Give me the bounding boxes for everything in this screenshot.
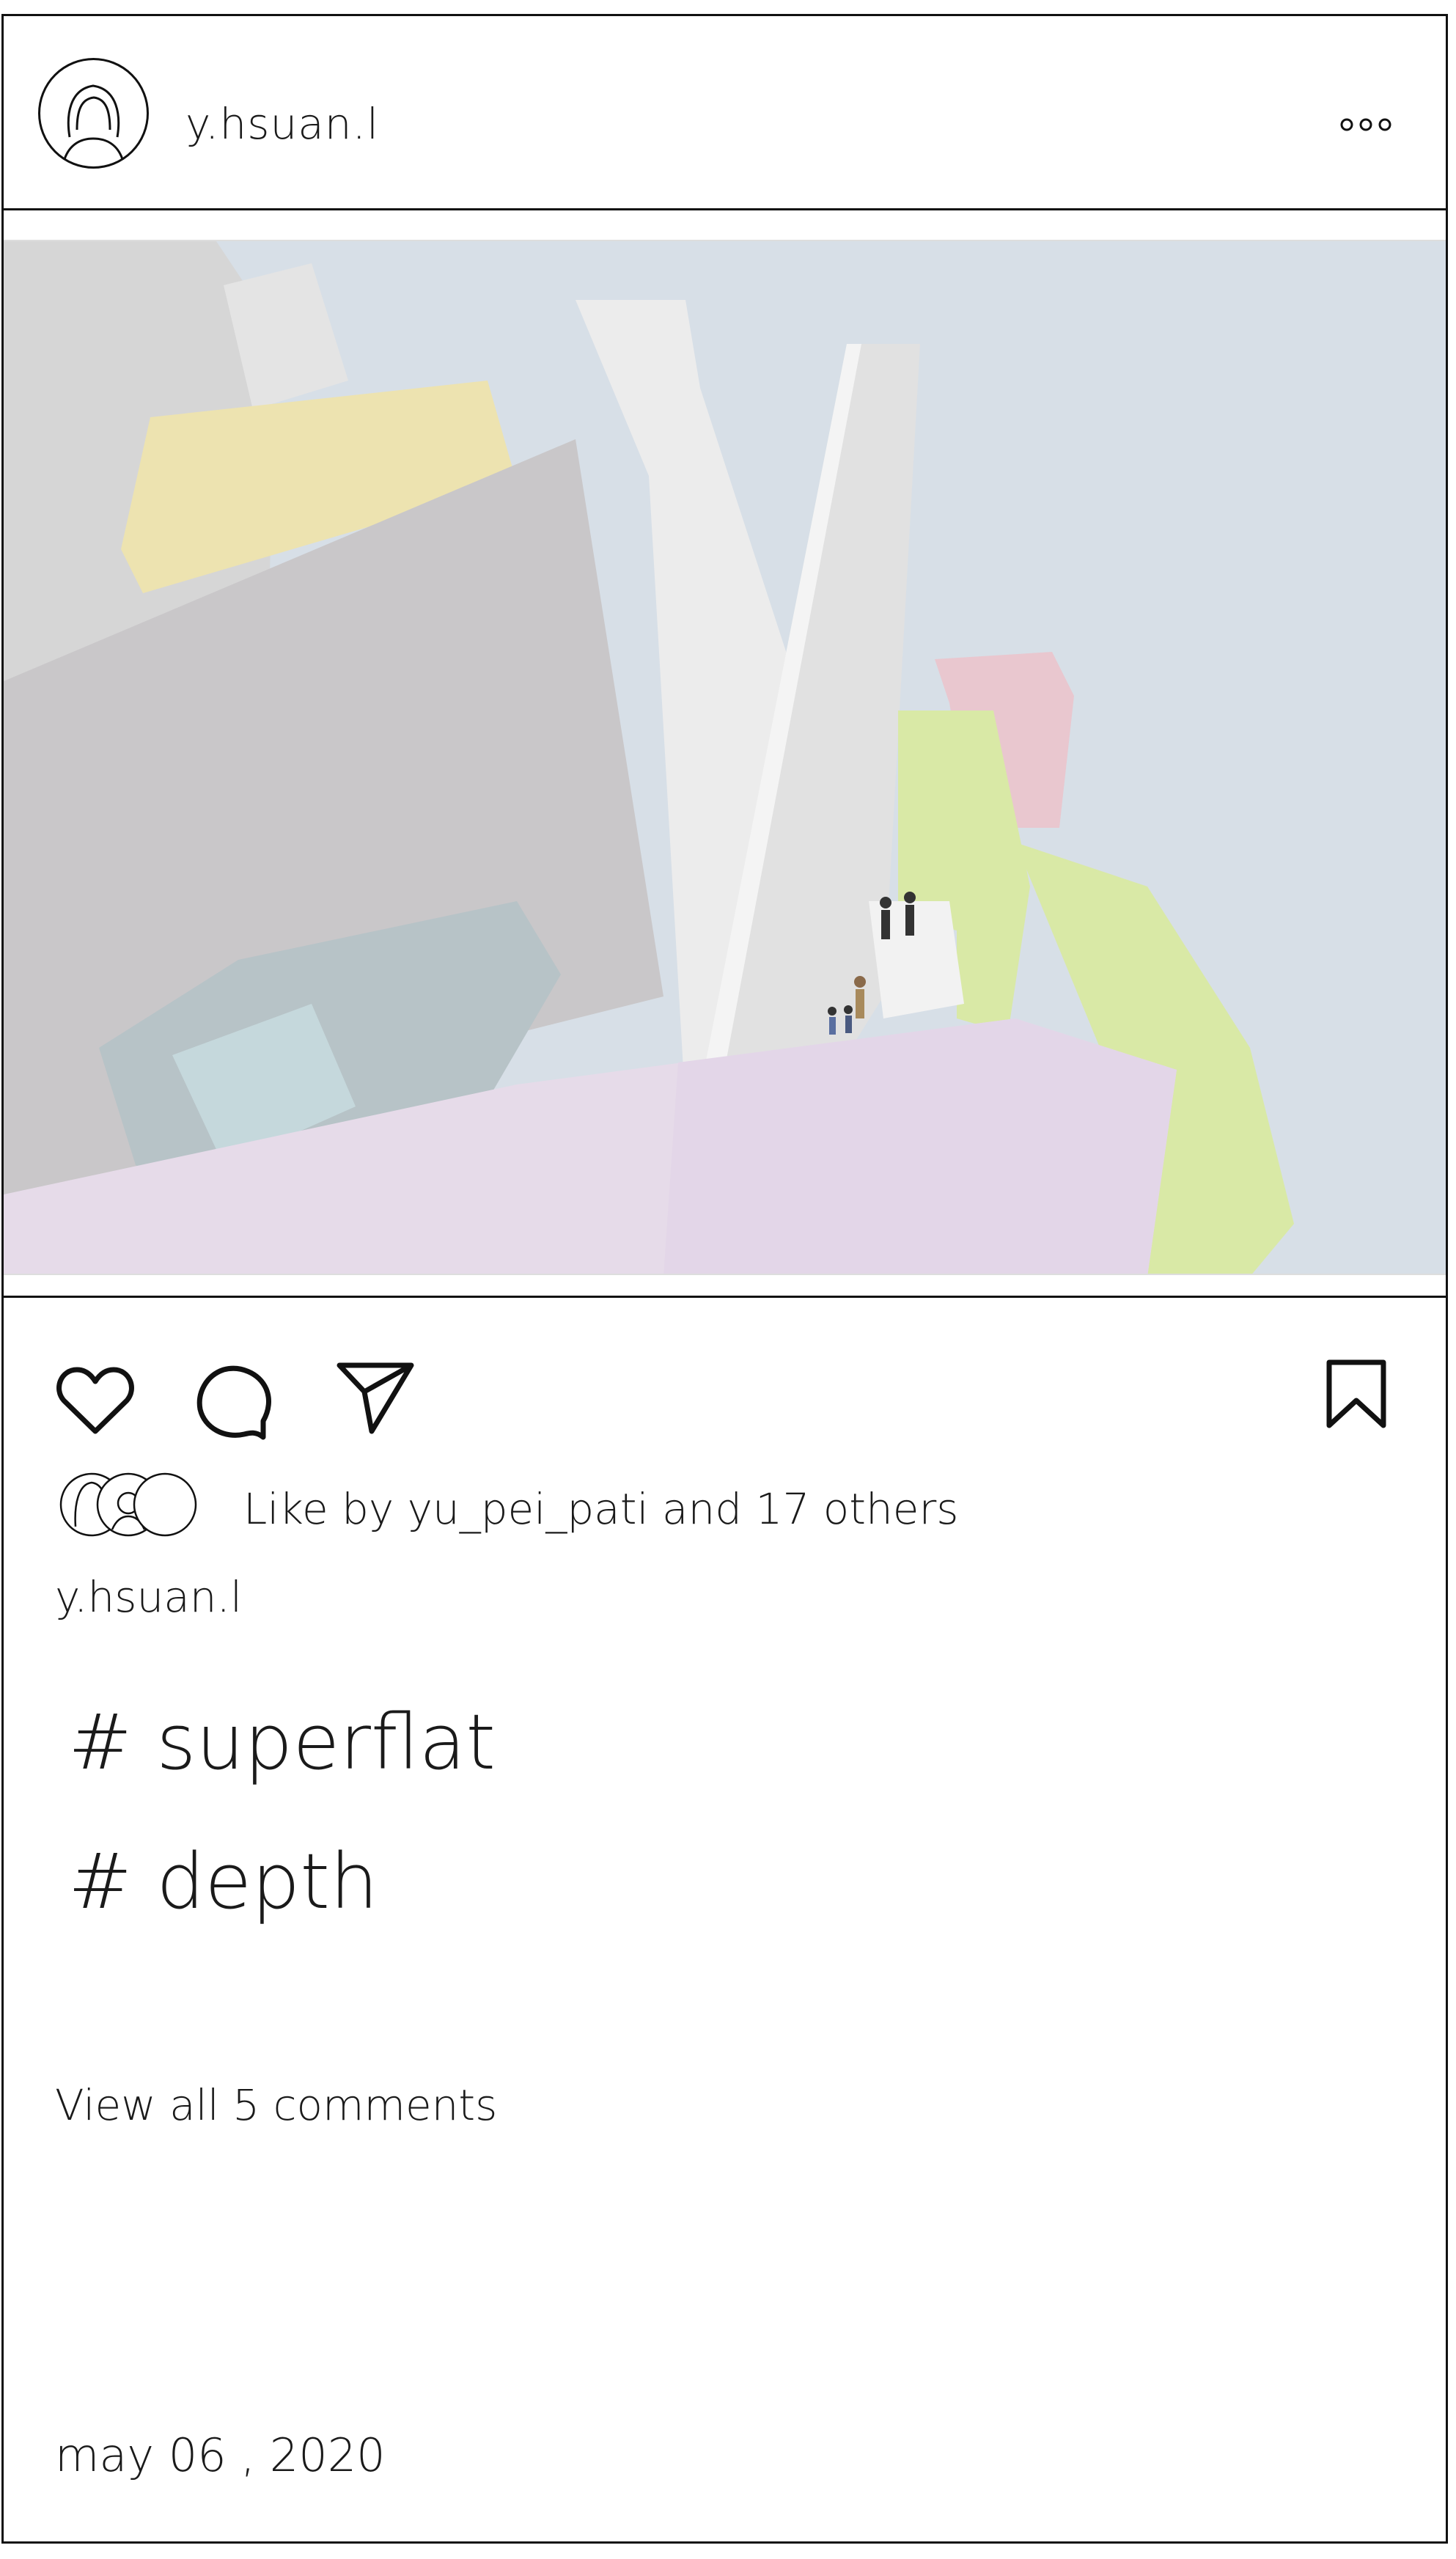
post-date: may 06 , 2020 <box>55 2428 386 2482</box>
post-header: y.hsuan.l <box>4 16 1446 210</box>
save-button[interactable] <box>1323 1358 1389 1434</box>
likes-summary[interactable]: Like by yu_pei_pati and 17 others <box>243 1484 959 1534</box>
likes-row: Like by yu_pei_pati and 17 others <box>55 1468 1081 1541</box>
comment-button[interactable] <box>196 1364 273 1444</box>
post-image[interactable] <box>4 240 1446 1275</box>
hashtag-superflat[interactable]: # superflat <box>68 1704 496 1780</box>
avatar-woman-icon <box>38 58 149 169</box>
caption-username[interactable]: y.hsuan.l <box>55 1572 242 1622</box>
send-paper-plane-icon <box>337 1362 414 1434</box>
post-card: y.hsuan.l Like by yu_pei_pati and 17 oth… <box>1 14 1448 2544</box>
heart-icon <box>56 1367 134 1434</box>
architectural-illustration <box>4 241 1446 1274</box>
avatar[interactable] <box>37 56 150 170</box>
more-horizontal-icon <box>1340 118 1391 131</box>
liker-avatars-icon[interactable] <box>55 1468 216 1541</box>
bookmark-icon <box>1326 1359 1386 1428</box>
share-button[interactable] <box>335 1358 416 1442</box>
more-options-button[interactable] <box>1336 110 1395 139</box>
like-button[interactable] <box>55 1365 136 1442</box>
action-divider <box>4 1296 1446 1298</box>
post-username[interactable]: y.hsuan.l <box>185 103 379 145</box>
comment-bubble-icon <box>196 1365 271 1440</box>
view-comments-link[interactable]: View all 5 comments <box>55 2080 497 2130</box>
hashtag-depth[interactable]: # depth <box>68 1843 378 1920</box>
